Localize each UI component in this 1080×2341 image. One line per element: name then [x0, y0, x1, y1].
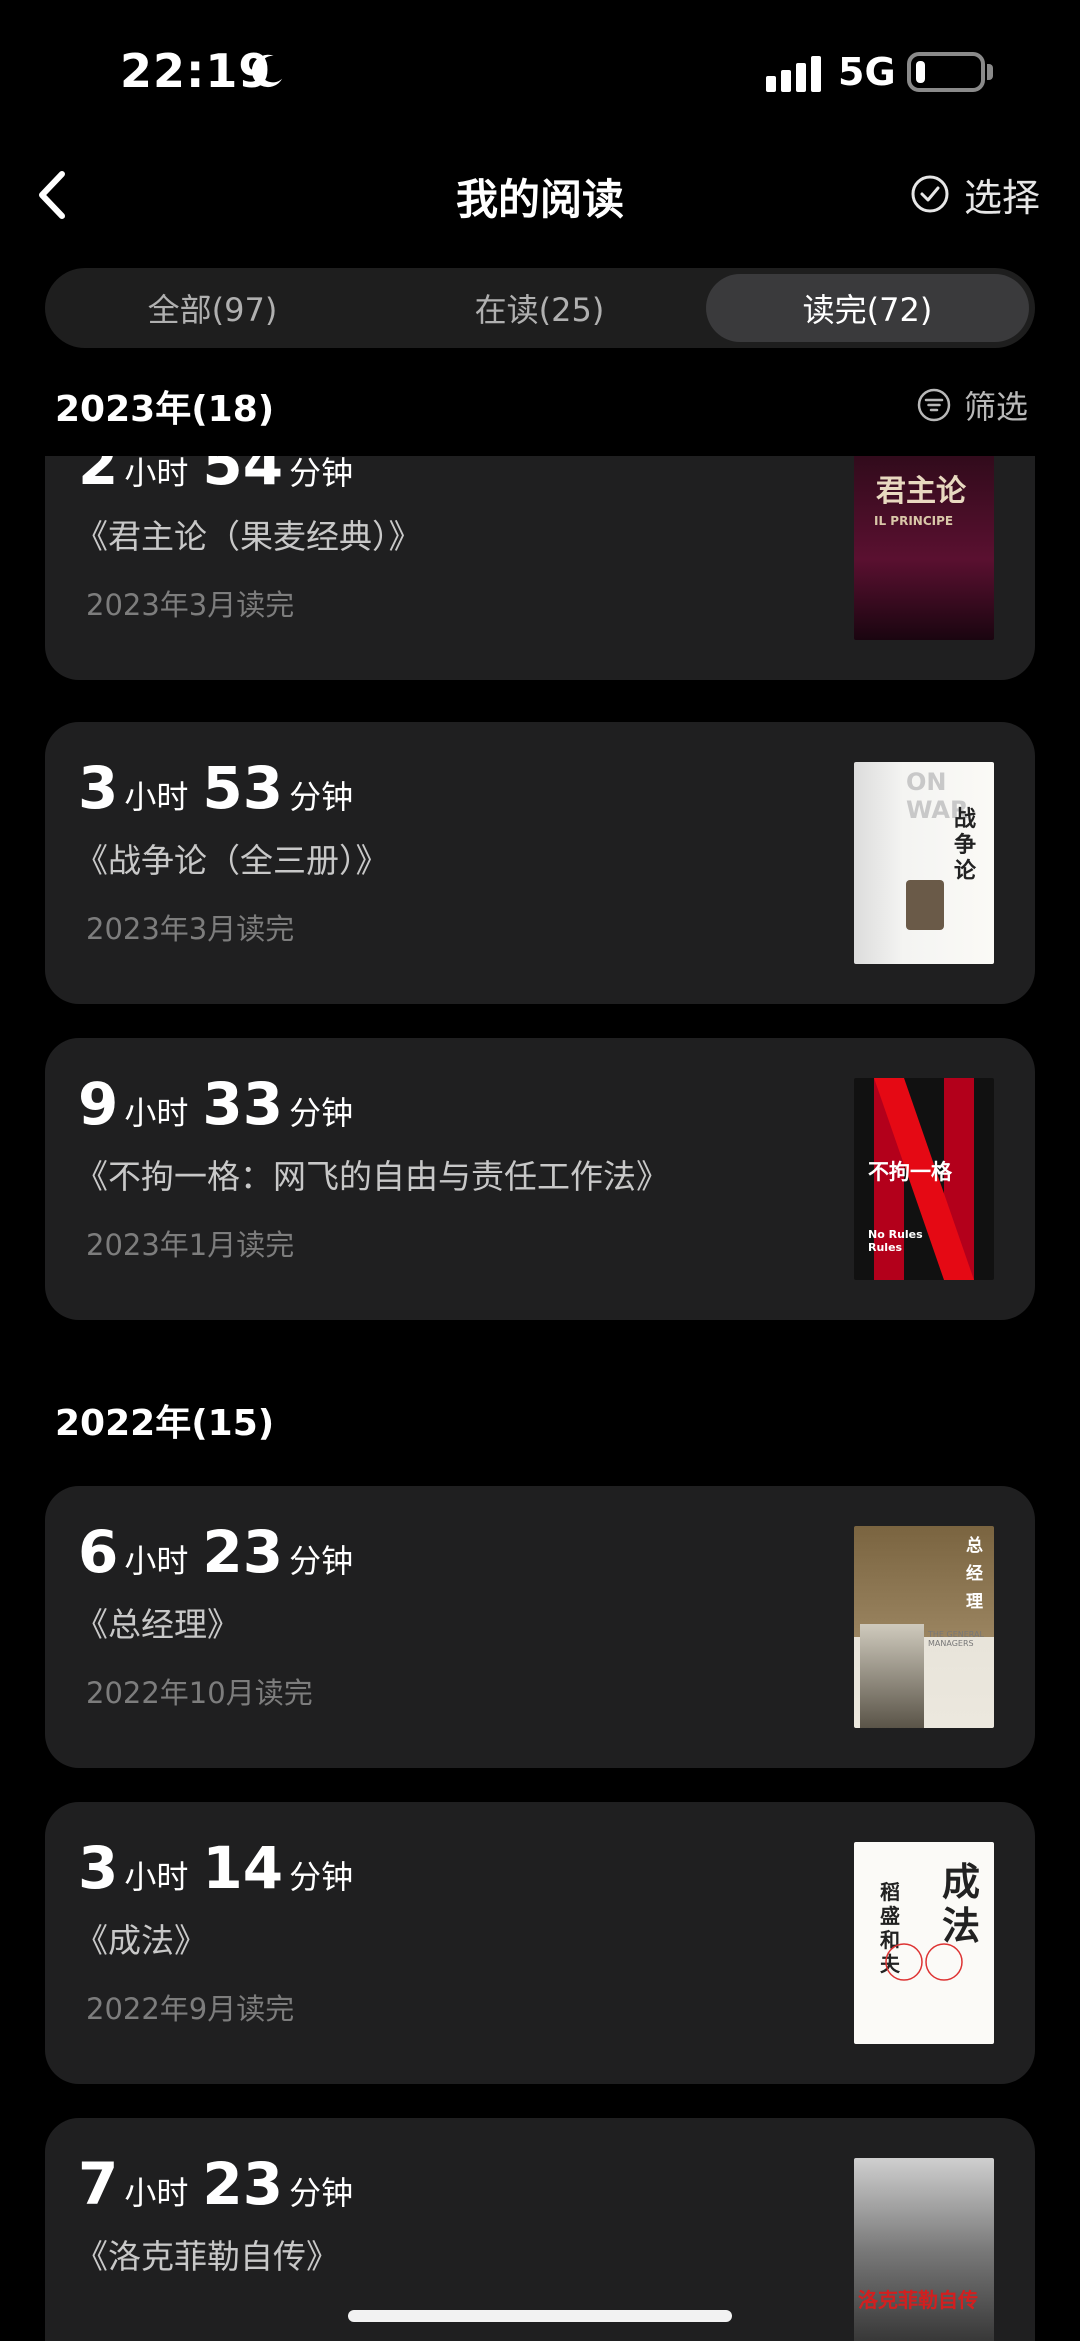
- reading-duration: 9 小时 33 分钟: [78, 1070, 361, 1138]
- cover-circles: [885, 1943, 963, 1981]
- duration-hours: 9: [78, 1070, 119, 1138]
- minutes-unit: 分钟: [289, 456, 354, 492]
- cover-subtitle: No Rules Rules: [868, 1228, 923, 1254]
- tab-bar: 全部(97) 在读(25) 读完(72): [45, 268, 1035, 348]
- tab-finished[interactable]: 读完(72): [706, 274, 1029, 342]
- cover-subtitle: THE GENERAL MANAGERS: [928, 1630, 984, 1648]
- cover-subtitle: IL PRINCIPE: [874, 514, 954, 528]
- book-title: 《战争论（全三册）》: [75, 841, 389, 880]
- battery-tip: [987, 64, 993, 80]
- tab-all[interactable]: 全部(97): [51, 274, 374, 342]
- book-title: 《成法》: [75, 1921, 207, 1960]
- select-button[interactable]: 选择: [910, 164, 1040, 224]
- duration-hours: 2: [78, 456, 119, 498]
- cover-portrait: [906, 880, 944, 930]
- book-card[interactable]: 6 小时 23 分钟 《总经理》 2022年10月读完 总经理 THE GENE…: [45, 1486, 1035, 1768]
- hours-unit: 小时: [124, 778, 189, 816]
- filter-icon: [917, 388, 951, 422]
- book-card[interactable]: 7 小时 23 分钟 《洛克菲勒自传》 洛克菲勒自传: [45, 2118, 1035, 2341]
- book-list[interactable]: 2 小时 54 分钟 《君主论（果麦经典）》 2023年3月读完 君主论 IL …: [0, 456, 1080, 2341]
- book-card[interactable]: 3 小时 14 分钟 《成法》 2022年9月读完 成法 稻盛和夫: [45, 1802, 1035, 2084]
- duration-hours: 6: [78, 1518, 119, 1586]
- duration-hours: 7: [78, 2150, 119, 2218]
- finish-date: 2023年3月读完: [86, 912, 295, 946]
- book-title: 《君主论（果麦经典）》: [75, 517, 422, 556]
- duration-minutes: 54: [202, 456, 284, 498]
- cover-title: 洛克菲勒自传: [858, 2288, 978, 2312]
- cover-title: 不拘一格: [868, 1160, 952, 1184]
- book-card[interactable]: 9 小时 33 分钟 《不拘一格：网飞的自由与责任工作法》 2023年1月读完 …: [45, 1038, 1035, 1320]
- filter-label: 筛选: [963, 388, 1028, 426]
- book-cover: 总经理 THE GENERAL MANAGERS: [854, 1526, 994, 1728]
- hours-unit: 小时: [124, 1542, 189, 1580]
- filter-button[interactable]: 筛选: [916, 380, 1028, 430]
- reading-duration: 2 小时 54 分钟: [78, 456, 361, 498]
- home-indicator[interactable]: [348, 2310, 732, 2322]
- duration-minutes: 23: [202, 2150, 284, 2218]
- cover-title: 君主论: [876, 474, 966, 509]
- book-title: 《不拘一格：网飞的自由与责任工作法》: [75, 1157, 669, 1196]
- year-header-2022: 2022年(15): [55, 1403, 275, 1444]
- book-cover: 洛克菲勒自传: [854, 2158, 994, 2341]
- book-cover: ON WAR 战争论: [854, 762, 994, 964]
- duration-minutes: 33: [202, 1070, 284, 1138]
- duration-minutes: 53: [202, 754, 284, 822]
- reading-duration: 7 小时 23 分钟: [78, 2150, 361, 2218]
- signal-icon: [766, 56, 821, 92]
- year-header-2023: 2023年(18): [55, 389, 275, 430]
- hours-unit: 小时: [124, 2174, 189, 2212]
- finish-date: 2022年9月读完: [86, 1992, 295, 2026]
- book-title: 《总经理》: [75, 1605, 240, 1644]
- minutes-unit: 分钟: [289, 1094, 354, 1132]
- book-card[interactable]: 2 小时 54 分钟 《君主论（果麦经典）》 2023年3月读完 君主论 IL …: [45, 456, 1035, 680]
- reading-duration: 3 小时 53 分钟: [78, 754, 361, 822]
- check-circle-icon: [911, 175, 949, 213]
- book-card[interactable]: 3 小时 53 分钟 《战争论（全三册）》 2023年3月读完 ON WAR 战…: [45, 722, 1035, 1004]
- duration-hours: 3: [78, 1834, 119, 1902]
- tab-reading[interactable]: 在读(25): [378, 274, 701, 342]
- cover-title: 战争论: [954, 806, 977, 884]
- minutes-unit: 分钟: [289, 1542, 354, 1580]
- minutes-unit: 分钟: [289, 2174, 354, 2212]
- duration-minutes: 23: [202, 1518, 284, 1586]
- finish-date: 2023年3月读完: [86, 588, 295, 622]
- duration-hours: 3: [78, 754, 119, 822]
- reading-duration: 6 小时 23 分钟: [78, 1518, 361, 1586]
- network-label: 5G: [838, 50, 896, 94]
- status-bar: 22:19 5G: [0, 0, 1080, 140]
- finish-date: 2023年1月读完: [86, 1228, 295, 1262]
- finish-date: 2022年10月读完: [86, 1676, 313, 1710]
- select-label: 选择: [963, 175, 1040, 220]
- hours-unit: 小时: [124, 1094, 189, 1132]
- hours-unit: 小时: [124, 1858, 189, 1896]
- hours-unit: 小时: [124, 456, 189, 492]
- book-cover: 成法 稻盛和夫: [854, 1842, 994, 2044]
- cover-title: 总经理: [966, 1536, 983, 1612]
- cover-subtitle: ON WAR: [906, 768, 969, 824]
- moon-icon: [251, 54, 283, 88]
- book-cover: 君主论 IL PRINCIPE: [854, 456, 994, 640]
- duration-minutes: 14: [202, 1834, 284, 1902]
- reading-duration: 3 小时 14 分钟: [78, 1834, 361, 1902]
- minutes-unit: 分钟: [289, 778, 354, 816]
- book-cover: 不拘一格 No Rules Rules: [854, 1078, 994, 1280]
- battery-icon: [907, 52, 985, 92]
- screen: 22:19 5G 我的阅读 选择 全部(97) 在读(25) 读完(72) 20…: [0, 0, 1080, 2341]
- cover-portrait: [860, 1624, 924, 1728]
- nav-bar: 我的阅读 选择: [0, 140, 1080, 260]
- minutes-unit: 分钟: [289, 1858, 354, 1896]
- book-title: 《洛克菲勒自传》: [75, 2237, 339, 2276]
